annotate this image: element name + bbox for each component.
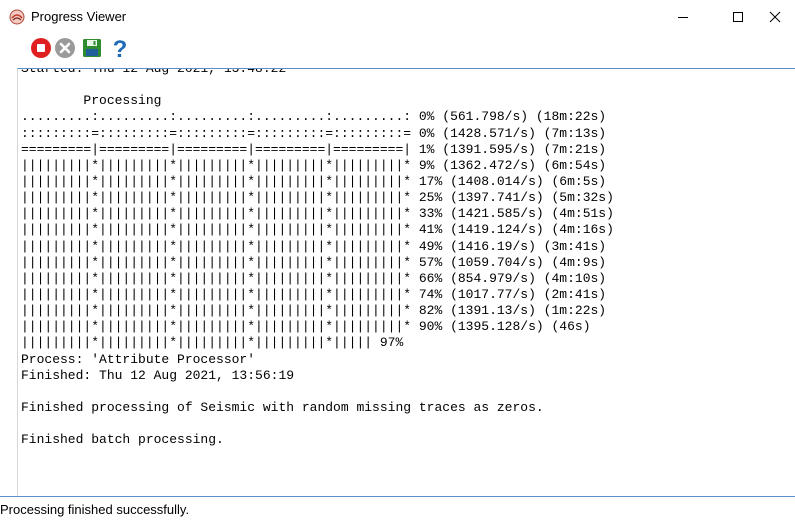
log-line: |||||||||*|||||||||*|||||||||*|||||||||*… bbox=[21, 222, 614, 238]
log-line: Finished batch processing. bbox=[21, 432, 224, 448]
log-line: :::::::::=:::::::::=:::::::::=:::::::::=… bbox=[21, 125, 607, 141]
status-bar: Processing finished successfully. bbox=[0, 497, 795, 520]
log-text: Started: Thu 12 Aug 2021, 13:48:22 Proce… bbox=[21, 68, 614, 448]
log-line: |||||||||*|||||||||*|||||||||*|||||||||*… bbox=[21, 303, 607, 319]
toolbar: ? bbox=[0, 36, 795, 68]
log-line: Finished processing of Seismic with rand… bbox=[21, 399, 544, 415]
app-logo-icon bbox=[9, 9, 25, 25]
close-window-button[interactable] bbox=[752, 0, 795, 34]
window-title: Progress Viewer bbox=[31, 9, 127, 24]
cancel-icon bbox=[54, 37, 76, 64]
log-line: Finished: Thu 12 Aug 2021, 13:56:19 bbox=[21, 367, 295, 383]
cancel-button[interactable] bbox=[53, 37, 77, 64]
log-line: Processing bbox=[21, 93, 162, 109]
log-line: =========|=========|=========|=========|… bbox=[21, 141, 607, 157]
log-line: Started: Thu 12 Aug 2021, 13:48:22 bbox=[21, 68, 287, 76]
log-line: |||||||||*|||||||||*|||||||||*|||||||||*… bbox=[21, 173, 607, 189]
log-line: |||||||||*|||||||||*|||||||||*|||||||||*… bbox=[21, 206, 614, 222]
maximize-icon bbox=[732, 11, 744, 23]
log-line: |||||||||*|||||||||*|||||||||*|||||||||*… bbox=[21, 157, 607, 173]
save-icon bbox=[82, 38, 102, 63]
log-line: Process: 'Attribute Processor' bbox=[21, 351, 256, 367]
title-bar: Progress Viewer bbox=[0, 0, 795, 34]
log-line: |||||||||*|||||||||*|||||||||*|||||||||*… bbox=[21, 270, 607, 286]
log-line: |||||||||*|||||||||*|||||||||*|||||||||*… bbox=[21, 190, 614, 206]
log-line: |||||||||*|||||||||*|||||||||*|||||||||*… bbox=[21, 319, 591, 335]
log-line: |||||||||*|||||||||*|||||||||*|||||||||*… bbox=[21, 238, 607, 254]
log-line: |||||||||*|||||||||*|||||||||*|||||||||*… bbox=[21, 254, 607, 270]
help-icon: ? bbox=[112, 36, 128, 63]
minimize-icon bbox=[677, 11, 689, 23]
save-button[interactable] bbox=[80, 38, 104, 62]
stop-icon bbox=[30, 37, 52, 64]
status-message: Processing finished successfully. bbox=[0, 502, 190, 517]
minimize-button[interactable] bbox=[660, 0, 706, 34]
close-icon bbox=[769, 11, 781, 23]
help-button[interactable]: ? bbox=[108, 38, 132, 62]
log-line: |||||||||*|||||||||*|||||||||*|||||||||*… bbox=[21, 286, 607, 302]
log-line: |||||||||*|||||||||*|||||||||*|||||||||*… bbox=[21, 335, 404, 351]
log-line: .........:.........:.........:.........:… bbox=[21, 109, 607, 125]
progress-log[interactable]: Started: Thu 12 Aug 2021, 13:48:22 Proce… bbox=[17, 68, 795, 496]
stop-button[interactable] bbox=[29, 37, 53, 64]
